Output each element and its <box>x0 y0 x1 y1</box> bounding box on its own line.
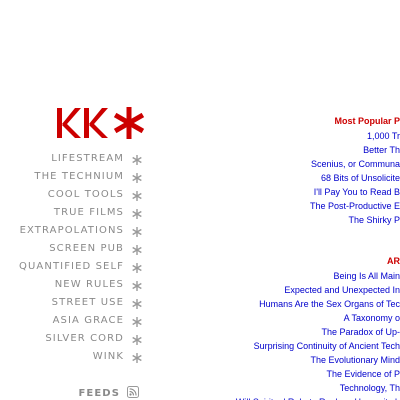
sidebar-item-label[interactable]: TRUE FILMS <box>54 206 124 220</box>
rss-icon[interactable] <box>127 386 139 398</box>
sidebar-item-label[interactable]: SCREEN PUB <box>49 242 124 256</box>
sidebar-item-label[interactable]: QUANTIFIED SELF <box>19 260 124 274</box>
site-logo[interactable] <box>56 106 148 142</box>
article-item: Humans Are the Sex Organs of Tec <box>236 296 400 310</box>
feeds-link[interactable]: FEEDS <box>0 386 146 400</box>
sidebar-item-label[interactable]: NEW RULES <box>55 278 124 292</box>
asterisk-icon <box>132 191 142 201</box>
sidebar-nav: LIFESTREAM THE TECHNIUM COOL TOOLS TRUE FIL… <box>0 152 146 368</box>
sidebar-item-label[interactable]: COOL TOOLS <box>48 188 124 202</box>
sidebar-item-label[interactable]: WINK <box>93 350 124 364</box>
sidebar-item[interactable]: NEW RULES <box>0 278 146 296</box>
popular-link[interactable]: Scenius, or Communa <box>311 159 400 169</box>
asterisk-icon <box>132 281 142 291</box>
popular-item: 68 Bits of Unsolicite <box>310 170 400 184</box>
asterisk-icon <box>132 263 142 273</box>
sidebar-item-label[interactable]: THE TECHNIUM <box>34 170 124 184</box>
sidebar-item[interactable]: QUANTIFIED SELF <box>0 260 146 278</box>
article-link[interactable]: Humans Are the Sex Organs of Tec <box>259 299 400 309</box>
popular-item: 1,000 Tr <box>310 128 400 142</box>
sidebar-item[interactable]: ASIA GRACE <box>0 314 146 332</box>
popular-link[interactable]: Better Th <box>363 145 400 155</box>
page: LIFESTREAM THE TECHNIUM COOL TOOLS TRUE FIL… <box>0 0 400 400</box>
popular-link[interactable]: 1,000 Tr <box>367 131 400 141</box>
asterisk-icon <box>132 209 142 219</box>
article-link[interactable]: Being Is All Main <box>333 271 400 281</box>
articles-list: Being Is All Main Expected and Unexpected… <box>236 268 400 400</box>
article-link[interactable]: The Paradox of Up- <box>321 327 400 337</box>
sidebar-item[interactable]: STREET USE <box>0 296 146 314</box>
article-item: The Paradox of Up- <box>236 324 400 338</box>
article-item: Surprising Continuity of Ancient Tech <box>236 338 400 352</box>
sidebar-item[interactable]: THE TECHNIUM <box>0 170 146 188</box>
asterisk-icon <box>132 155 142 165</box>
sidebar-item[interactable]: COOL TOOLS <box>0 188 146 206</box>
article-item: Technology, Th <box>236 380 400 394</box>
kk-logo-icon <box>57 107 145 139</box>
asterisk-icon <box>132 173 142 183</box>
article-item: The Evidence of P <box>236 366 400 380</box>
popular-item: The Shirky P <box>310 212 400 226</box>
article-link[interactable]: Technology, Th <box>340 383 400 393</box>
popular-item: Scenius, or Communa <box>310 156 400 170</box>
popular-link[interactable]: The Post-Productive E <box>310 201 400 211</box>
feeds-label[interactable]: FEEDS <box>79 388 121 399</box>
sidebar-item[interactable]: TRUE FILMS <box>0 206 146 224</box>
article-link[interactable]: Surprising Continuity of Ancient Tech <box>254 341 400 351</box>
article-link[interactable]: The Evolutionary Mind <box>310 355 400 365</box>
asterisk-icon <box>132 353 142 363</box>
article-item: Being Is All Main <box>236 268 400 282</box>
article-item: Expected and Unexpected In <box>236 282 400 296</box>
asterisk-icon <box>132 335 142 345</box>
popular-link[interactable]: I'll Pay You to Read B <box>314 187 400 197</box>
article-link[interactable]: The Evidence of P <box>326 369 400 379</box>
asterisk-icon <box>132 317 142 327</box>
sidebar-item-label[interactable]: STREET USE <box>52 296 124 310</box>
article-link[interactable]: A Taxonomy o <box>344 313 400 323</box>
asterisk-icon <box>132 227 142 237</box>
sidebar-item[interactable]: WINK <box>0 350 146 368</box>
article-link[interactable]: Expected and Unexpected In <box>284 285 400 295</box>
article-item: Will Spiritual Robots Replace Humanity b <box>236 394 400 400</box>
most-popular-list: 1,000 Tr Better Th Scenius, or Communa 68 B… <box>310 128 400 226</box>
popular-link[interactable]: 68 Bits of Unsolicite <box>321 173 400 183</box>
sidebar-item[interactable]: SCREEN PUB <box>0 242 146 260</box>
popular-link[interactable]: The Shirky P <box>348 215 400 225</box>
asterisk-icon <box>132 299 142 309</box>
popular-item: Better Th <box>310 142 400 156</box>
article-item: A Taxonomy o <box>236 310 400 324</box>
sidebar-item[interactable]: SILVER CORD <box>0 332 146 350</box>
sidebar-item-label[interactable]: LIFESTREAM <box>51 152 124 166</box>
article-item: The Evolutionary Mind <box>236 352 400 366</box>
popular-item: The Post-Productive E <box>310 198 400 212</box>
most-popular-heading: Most Popular P <box>334 116 400 126</box>
sidebar-item-label[interactable]: EXTRAPOLATIONS <box>20 224 124 238</box>
sidebar-item[interactable]: EXTRAPOLATIONS <box>0 224 146 242</box>
articles-heading: AR <box>387 256 400 266</box>
sidebar-item-label[interactable]: SILVER CORD <box>45 332 124 346</box>
sidebar-item[interactable]: LIFESTREAM <box>0 152 146 170</box>
sidebar-item-label[interactable]: ASIA GRACE <box>53 314 124 328</box>
asterisk-icon <box>132 245 142 255</box>
popular-item: I'll Pay You to Read B <box>310 184 400 198</box>
